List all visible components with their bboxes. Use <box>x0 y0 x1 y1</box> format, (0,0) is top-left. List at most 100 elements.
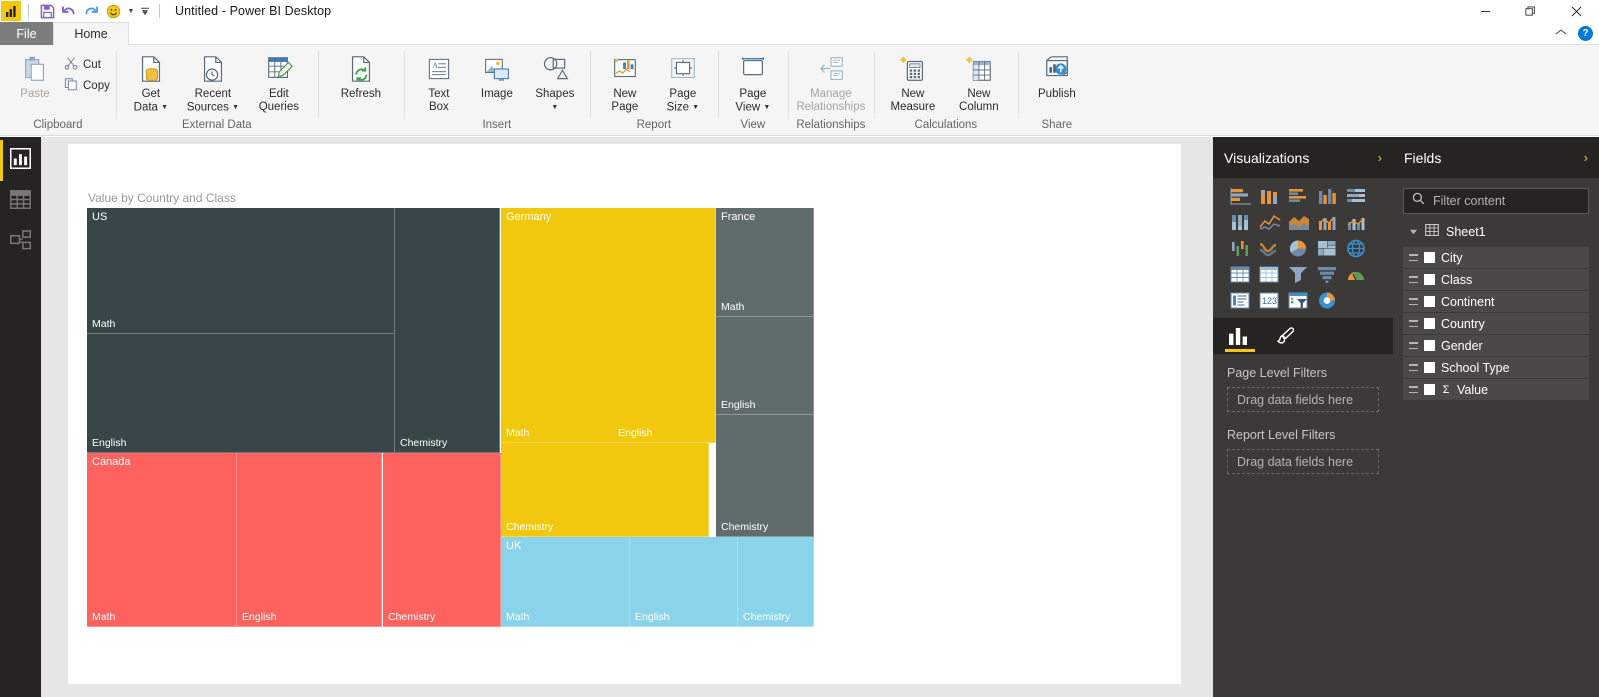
treemap-tile[interactable]: Chemistry <box>738 537 814 627</box>
field-search-box[interactable]: Filter content <box>1403 188 1589 214</box>
new-measure-button[interactable]: New Measure <box>880 49 946 114</box>
donut-chart-icon[interactable] <box>1314 288 1342 313</box>
chevron-down-icon[interactable]: ▼ <box>692 104 699 111</box>
copy-button[interactable]: Copy <box>64 77 110 94</box>
minimize-button[interactable] <box>1463 0 1508 22</box>
edit-queries-button[interactable]: Edit Queries <box>246 49 312 114</box>
treemap-tile[interactable]: English <box>613 208 716 443</box>
multi-row-card-icon[interactable]: 123 <box>1256 288 1284 313</box>
field-item[interactable]: School Type <box>1403 357 1589 378</box>
field-item[interactable]: Σ Value <box>1403 379 1589 400</box>
sidebar-item-relationships-view[interactable] <box>0 222 41 263</box>
chevron-down-icon[interactable]: ▼ <box>551 104 558 111</box>
field-checkbox[interactable] <box>1424 384 1435 395</box>
treemap-tile[interactable]: English <box>630 537 738 627</box>
recent-sources-button[interactable]: Recent Sources ▼ <box>180 49 246 115</box>
funnel-alt-icon[interactable] <box>1285 262 1313 287</box>
clustered-bar-chart-icon[interactable] <box>1285 184 1313 209</box>
line-clustered-column-chart-icon[interactable] <box>1227 236 1255 261</box>
treemap-tile[interactable]: Chemistry <box>501 443 709 537</box>
tab-fields[interactable] <box>1225 318 1255 354</box>
tab-home[interactable]: Home <box>53 22 129 45</box>
text-box-button[interactable]: A Text Box <box>410 49 468 114</box>
expand-triangle-icon[interactable] <box>1409 223 1418 241</box>
100-stacked-bar-chart-icon[interactable] <box>1343 184 1371 209</box>
field-item[interactable]: Country <box>1403 313 1589 334</box>
stacked-column-chart-icon[interactable] <box>1256 184 1284 209</box>
customize-quick-access-toolbar-icon[interactable] <box>138 1 152 21</box>
field-checkbox[interactable] <box>1424 362 1435 373</box>
card-icon[interactable] <box>1227 288 1255 313</box>
treemap-visual[interactable]: US Math English Chemistry Canada Math English C… <box>87 208 814 627</box>
help-button[interactable]: ? <box>1578 26 1593 41</box>
treemap-tile[interactable]: UK Math <box>501 537 630 627</box>
map-icon[interactable] <box>1343 236 1371 261</box>
drag-handle-icon[interactable] <box>1409 298 1418 305</box>
fields-table-node[interactable]: Sheet1 <box>1403 214 1589 247</box>
drag-handle-icon[interactable] <box>1409 254 1418 261</box>
field-checkbox[interactable] <box>1424 318 1435 329</box>
new-column-button[interactable]: New Column <box>946 49 1012 114</box>
undo-icon[interactable] <box>58 1 80 21</box>
treemap-tile[interactable]: France Math <box>716 208 814 317</box>
treemap-tile[interactable]: Chemistry <box>383 453 501 627</box>
tab-file[interactable]: File <box>0 22 53 45</box>
100-stacked-column-chart-icon[interactable] <box>1227 210 1255 235</box>
treemap-tile[interactable]: Chemistry <box>395 208 500 453</box>
report-page[interactable]: Value by Country and Class US Math English… <box>68 144 1181 684</box>
funnel-chart-icon[interactable] <box>1314 262 1342 287</box>
drag-handle-icon[interactable] <box>1409 320 1418 327</box>
treemap-tile[interactable]: Germany Math <box>501 208 614 443</box>
field-item[interactable]: Class <box>1403 269 1589 290</box>
chevron-down-icon[interactable]: ▼ <box>161 104 168 111</box>
line-chart-icon[interactable] <box>1256 210 1284 235</box>
chevron-down-icon[interactable]: ▼ <box>763 104 770 111</box>
close-button[interactable] <box>1553 0 1599 22</box>
slicer-icon[interactable] <box>1285 288 1313 313</box>
field-checkbox[interactable] <box>1424 274 1435 285</box>
paste-button[interactable]: Paste <box>6 49 64 101</box>
chevron-down-icon[interactable]: ▼ <box>232 104 239 111</box>
clustered-column-chart-icon[interactable] <box>1314 184 1342 209</box>
matrix-icon[interactable] <box>1227 262 1255 287</box>
report-level-filters-dropzone[interactable]: Drag data fields here <box>1227 449 1379 474</box>
ribbon-chart-icon[interactable] <box>1256 236 1284 261</box>
pie-chart-icon[interactable] <box>1285 236 1313 261</box>
get-data-button[interactable]: Get Data ▼ <box>122 49 180 115</box>
field-checkbox[interactable] <box>1424 340 1435 351</box>
field-checkbox[interactable] <box>1424 296 1435 307</box>
drag-handle-icon[interactable] <box>1409 364 1418 371</box>
tab-format[interactable] <box>1276 318 1296 354</box>
treemap-tile[interactable]: Chemistry <box>716 415 814 537</box>
maximize-button[interactable] <box>1508 0 1553 22</box>
sidebar-item-report-view[interactable] <box>0 140 41 181</box>
line-stacked-column-chart-icon[interactable] <box>1343 210 1371 235</box>
stacked-bar-chart-icon[interactable] <box>1227 184 1255 209</box>
shapes-button[interactable]: Shapes ▼ <box>526 49 584 115</box>
refresh-button[interactable]: Refresh <box>324 49 398 101</box>
page-level-filters-dropzone[interactable]: Drag data fields here <box>1227 387 1379 412</box>
field-item[interactable]: City <box>1403 247 1589 268</box>
field-checkbox[interactable] <box>1424 252 1435 263</box>
chevron-up-icon[interactable] <box>1555 28 1567 40</box>
smiley-face-icon[interactable] <box>102 1 124 21</box>
image-button[interactable]: Image <box>468 49 526 101</box>
table-icon[interactable] <box>1256 262 1284 287</box>
area-chart-icon[interactable] <box>1285 210 1313 235</box>
gauge-chart-icon[interactable] <box>1343 262 1371 287</box>
treemap-tile[interactable]: English <box>87 334 395 453</box>
stacked-area-chart-icon[interactable] <box>1314 210 1342 235</box>
publish-button[interactable]: Publish <box>1024 49 1090 101</box>
treemap-tile[interactable]: English <box>716 317 814 415</box>
chevron-right-icon[interactable]: › <box>1584 150 1588 165</box>
treemap-tile[interactable]: Canada Math <box>87 453 237 627</box>
sidebar-item-data-view[interactable] <box>0 181 41 222</box>
drag-handle-icon[interactable] <box>1409 386 1418 393</box>
drag-handle-icon[interactable] <box>1409 342 1418 349</box>
manage-relationships-button[interactable]: Manage Relationships <box>794 49 868 114</box>
new-page-button[interactable]: New Page <box>596 49 654 114</box>
redo-icon[interactable] <box>80 1 102 21</box>
page-size-button[interactable]: Page Size ▼ <box>654 49 712 115</box>
drag-handle-icon[interactable] <box>1409 276 1418 283</box>
chevron-right-icon[interactable]: › <box>1378 150 1382 165</box>
